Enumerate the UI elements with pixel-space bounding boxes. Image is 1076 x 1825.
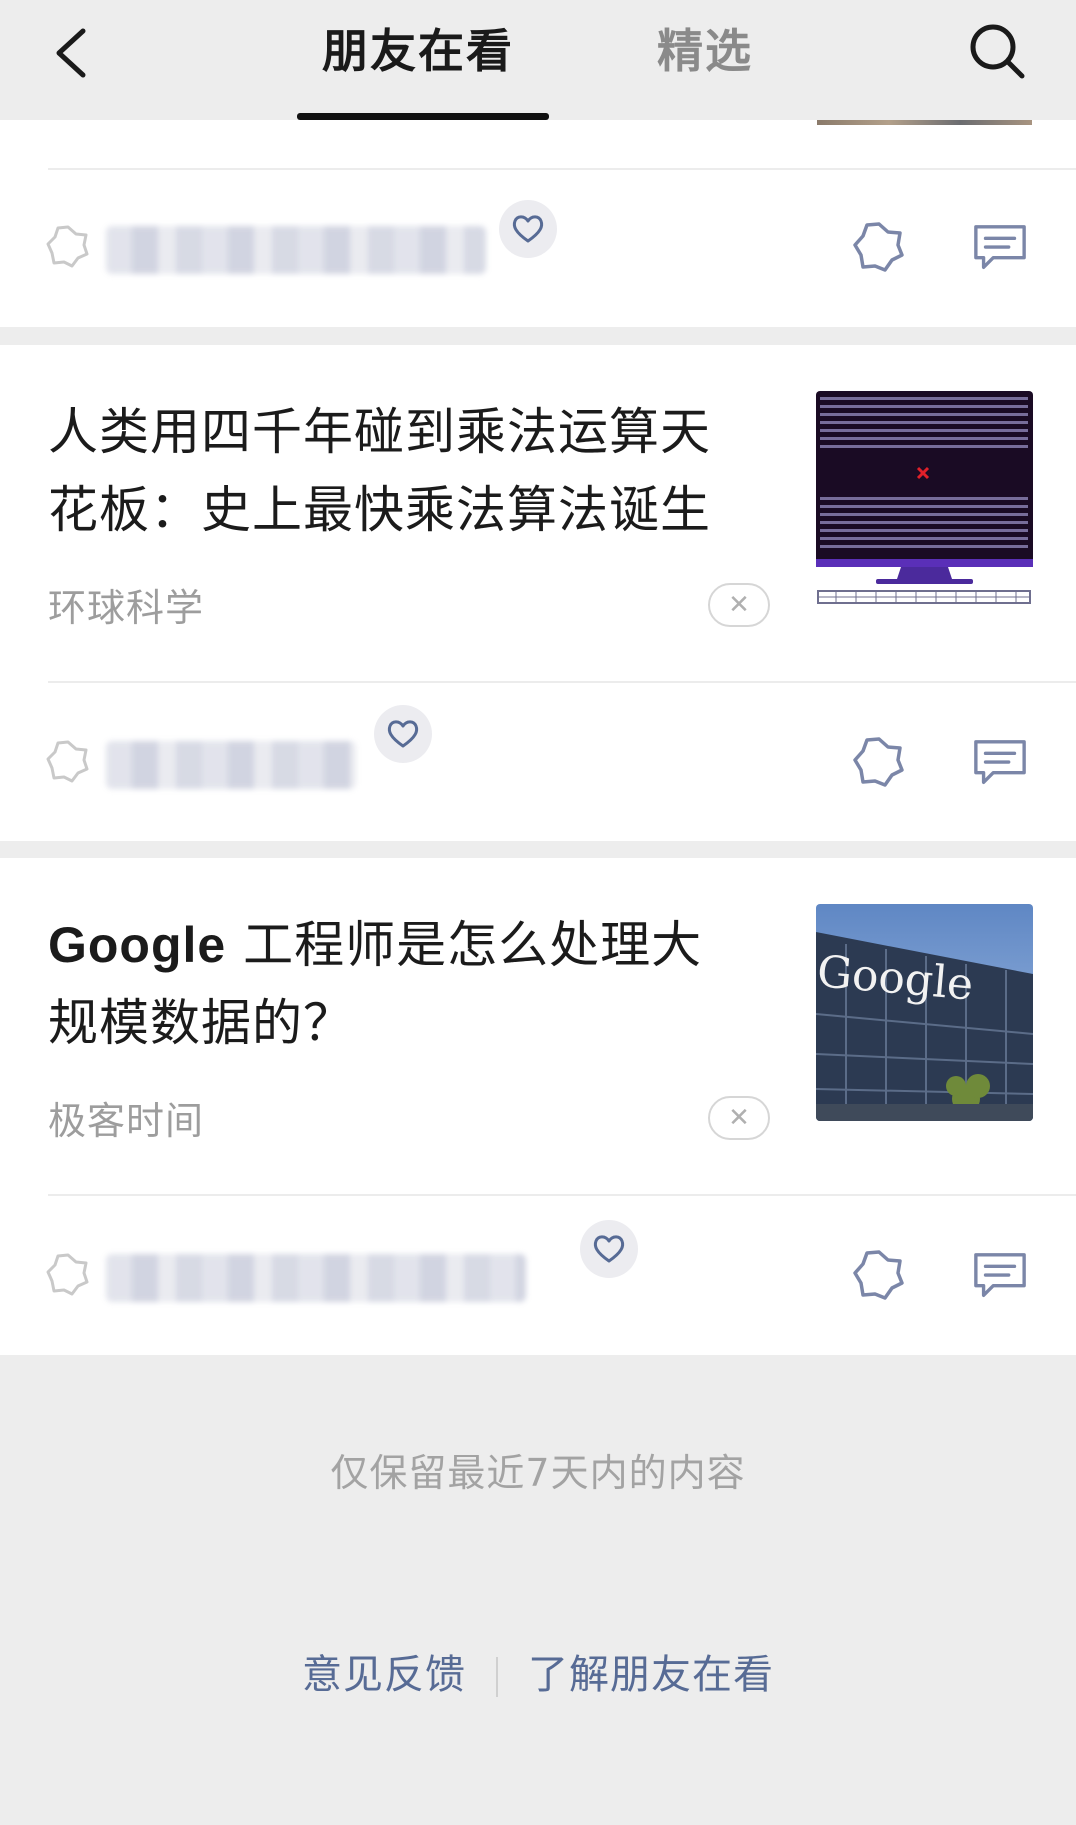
- search-button[interactable]: [962, 16, 1032, 86]
- heart-icon: [387, 720, 419, 748]
- feed-card[interactable]: [0, 120, 1076, 327]
- friend-names-blurred: [106, 741, 356, 789]
- like-indicator: [374, 705, 432, 763]
- dismiss-button[interactable]: ✕: [708, 583, 770, 627]
- article-title-line: 人类用四千年碰到乘法运算天: [48, 403, 711, 461]
- heart-icon: [593, 1235, 625, 1263]
- friend-names-blurred: [106, 226, 486, 274]
- like-indicator: [580, 1220, 638, 1278]
- tab-selected[interactable]: 精选: [657, 18, 753, 84]
- friend-activity-row: [0, 1214, 1076, 1334]
- wow-button[interactable]: [851, 1248, 907, 1304]
- wow-star-icon: [46, 740, 89, 783]
- friend-activity-row: [0, 186, 1076, 306]
- google-building-image: Google: [816, 904, 1033, 1121]
- article-thumbnail[interactable]: [817, 120, 1032, 125]
- top-nav-bar: 朋友在看 精选: [0, 0, 1076, 120]
- comment-button[interactable]: [972, 220, 1028, 276]
- article-source[interactable]: 极客时间: [48, 1090, 204, 1145]
- heart-icon: [512, 215, 544, 243]
- comment-button[interactable]: [972, 735, 1028, 791]
- close-icon: ✕: [728, 1103, 750, 1133]
- wow-button[interactable]: [851, 735, 907, 791]
- search-icon: [970, 24, 1025, 79]
- article-title[interactable]: 人类用四千年碰到乘法运算天 花板：史上最快乘法算法诞生: [48, 393, 768, 549]
- footer-links: 意见反馈 了解朋友在看: [0, 1642, 1076, 1700]
- wow-star-icon: [46, 225, 89, 268]
- back-button[interactable]: [36, 18, 106, 88]
- close-icon: ✕: [728, 590, 750, 620]
- active-tab-indicator: [297, 113, 549, 120]
- comment-icon: [974, 225, 1026, 269]
- dismiss-button[interactable]: ✕: [708, 1096, 770, 1140]
- chevron-left-icon: [56, 28, 86, 78]
- learn-more-link[interactable]: 了解朋友在看: [528, 1652, 774, 1698]
- wow-button[interactable]: [851, 220, 907, 276]
- like-indicator: [499, 200, 557, 258]
- article-title-line: 花板：史上最快乘法算法诞生: [48, 481, 711, 539]
- wow-icon: [853, 1250, 904, 1300]
- friend-activity-row: [0, 701, 1076, 821]
- tab-friends-watching[interactable]: 朋友在看: [322, 18, 514, 84]
- comment-icon: [974, 740, 1026, 784]
- article-title-brand: Google: [48, 917, 227, 973]
- article-title-line: 规模数据的？: [48, 994, 354, 1052]
- computer-screen-image: [816, 391, 1033, 604]
- comment-icon: [974, 1253, 1026, 1297]
- article-thumbnail[interactable]: Google: [816, 904, 1033, 1121]
- friend-names-blurred: [106, 1254, 526, 1302]
- article-title[interactable]: Google 工程师是怎么处理大 规模数据的？: [48, 906, 768, 1062]
- wow-star-icon: [46, 1253, 89, 1296]
- feed-card[interactable]: 人类用四千年碰到乘法运算天 花板：史上最快乘法算法诞生 环球科学 ✕: [0, 345, 1076, 841]
- feedback-link[interactable]: 意见反馈: [302, 1652, 466, 1698]
- article-thumbnail[interactable]: [816, 391, 1033, 608]
- divider: [48, 1194, 1076, 1196]
- retention-notice: 仅保留最近7天内的内容: [330, 1451, 746, 1495]
- article-source[interactable]: 环球科学: [48, 577, 204, 632]
- article-title-text: 工程师是怎么处理大: [226, 916, 703, 974]
- comment-button[interactable]: [972, 1248, 1028, 1304]
- wow-icon: [853, 737, 904, 787]
- feed-card[interactable]: Google 工程师是怎么处理大 规模数据的？ 极客时间 ✕ Google: [0, 858, 1076, 1355]
- divider: [48, 168, 1076, 170]
- article-title-line: Google 工程师是怎么处理大: [48, 906, 768, 984]
- wow-icon: [853, 222, 904, 272]
- divider: [48, 681, 1076, 683]
- link-separator: [496, 1657, 498, 1697]
